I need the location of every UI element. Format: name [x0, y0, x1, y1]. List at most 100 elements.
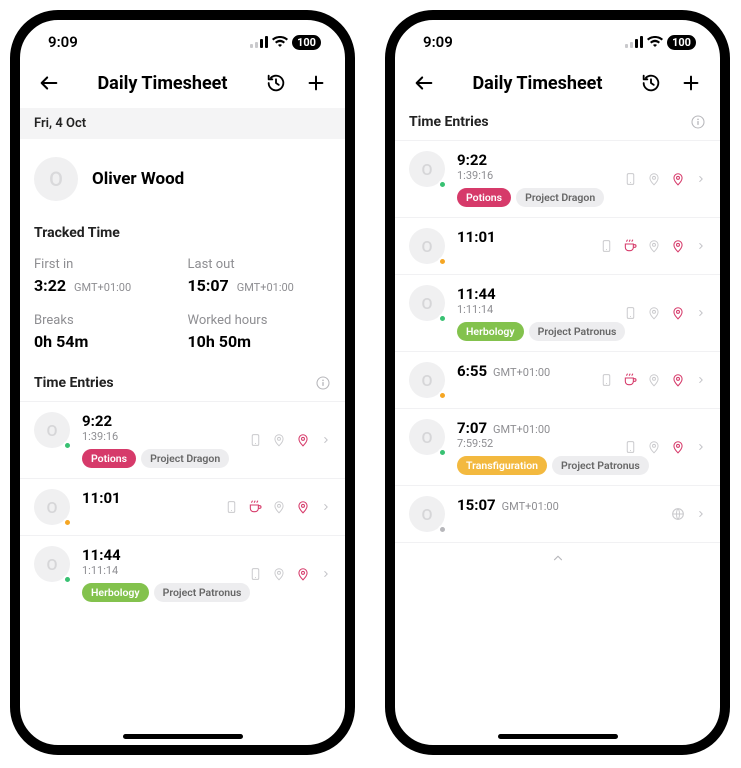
back-button[interactable] — [34, 68, 64, 98]
pin-on-icon — [670, 171, 686, 187]
home-indicator[interactable] — [498, 734, 618, 739]
cup-icon — [622, 238, 638, 254]
pin-on-icon — [295, 432, 311, 448]
device-icon — [622, 171, 638, 187]
chevron-right-icon — [321, 500, 331, 514]
entry-time: 11:01 — [457, 228, 496, 246]
entry-time: 11:01 — [82, 489, 121, 507]
tracked-time-heading: Tracked Time — [20, 219, 345, 251]
pin-on-icon — [670, 238, 686, 254]
page-title: Daily Timesheet — [439, 73, 636, 94]
history-button[interactable] — [636, 68, 666, 98]
device-icon — [622, 305, 638, 321]
add-button[interactable] — [301, 68, 331, 98]
time-entry-row[interactable]: O9:221:39:16PotionsProject Dragon — [395, 140, 720, 217]
chip: Project Patronus — [552, 456, 649, 475]
pin-off-icon — [646, 439, 662, 455]
entry-time: 15:07 — [457, 496, 496, 514]
wifi-icon — [647, 36, 663, 48]
back-button[interactable] — [409, 68, 439, 98]
info-icon[interactable] — [690, 114, 706, 130]
cup-icon — [622, 372, 638, 388]
info-icon[interactable] — [315, 375, 331, 391]
chevron-right-icon — [696, 507, 706, 521]
time-entry-row[interactable]: O11:01 — [395, 217, 720, 274]
device-icon — [247, 432, 263, 448]
time-entry-row[interactable]: O11:441:11:14HerbologyProject Patronus — [395, 274, 720, 351]
status-dot-icon — [438, 257, 447, 266]
status-bar: 9:09 100 — [395, 20, 720, 64]
status-dot-icon — [438, 525, 447, 534]
pin-off-icon — [646, 372, 662, 388]
chevron-right-icon — [696, 239, 706, 253]
entry-tz: GMT+01:00 — [502, 500, 559, 513]
phone-left: 9:09 100 Daily Timesheet Fri, 4 Oct — [10, 10, 355, 755]
pin-off-icon — [271, 499, 287, 515]
battery-icon: 100 — [667, 35, 696, 50]
device-icon — [247, 566, 263, 582]
device-icon — [598, 238, 614, 254]
metric-worked: Worked hours 10h 50m — [188, 313, 332, 351]
entry-time: 11:44 — [82, 546, 121, 564]
page-title: Daily Timesheet — [64, 73, 261, 94]
entry-time: 7:07 — [457, 419, 487, 437]
chevron-right-icon — [696, 172, 706, 186]
metric-breaks: Breaks 0h 54m — [34, 313, 178, 351]
time-entry-row[interactable]: O15:07GMT+01:00 — [395, 485, 720, 542]
time-entry-row[interactable]: O7:07GMT+01:007:59:52TransfigurationProj… — [395, 408, 720, 485]
pin-off-icon — [646, 305, 662, 321]
user-row[interactable]: O Oliver Wood — [20, 139, 345, 219]
signal-icon — [250, 36, 268, 48]
time-entry-row[interactable]: O11:01 — [20, 478, 345, 535]
entry-tz: GMT+01:00 — [493, 366, 550, 379]
battery-icon: 100 — [292, 35, 321, 50]
entry-time: 9:22 — [82, 412, 112, 430]
nav-bar: Daily Timesheet — [395, 64, 720, 108]
pin-on-icon — [670, 372, 686, 388]
status-bar: 9:09 100 — [20, 20, 345, 64]
collapse-button[interactable] — [395, 542, 720, 569]
metric-last-out: Last out 15:07 GMT+01:00 — [188, 257, 332, 295]
tracked-grid: First in 3:22 GMT+01:00 Last out 15:07 G… — [20, 251, 345, 369]
time-entry-row[interactable]: O6:55GMT+01:00 — [395, 351, 720, 408]
entry-tz: GMT+01:00 — [493, 423, 550, 436]
chip: Project Dragon — [516, 188, 604, 207]
wifi-icon — [272, 36, 288, 48]
time-entry-row[interactable]: O11:441:11:14HerbologyProject Patronus — [20, 535, 345, 612]
chip: Potions — [82, 449, 136, 468]
pin-off-icon — [646, 238, 662, 254]
signal-icon — [625, 36, 643, 48]
chevron-right-icon — [696, 306, 706, 320]
date-banner: Fri, 4 Oct — [20, 108, 345, 139]
chevron-right-icon — [696, 373, 706, 387]
content-scroll[interactable]: Fri, 4 Oct O Oliver Wood Tracked Time Fi… — [20, 108, 345, 745]
pin-off-icon — [271, 432, 287, 448]
status-dot-icon — [63, 518, 72, 527]
chip: Transfiguration — [457, 456, 547, 475]
chip: Herbology — [82, 583, 149, 602]
status-dot-icon — [438, 180, 447, 189]
avatar: O — [34, 157, 78, 201]
home-indicator[interactable] — [123, 734, 243, 739]
status-dot-icon — [438, 391, 447, 400]
add-button[interactable] — [676, 68, 706, 98]
pin-on-icon — [295, 566, 311, 582]
status-time: 9:09 — [48, 33, 78, 51]
pin-on-icon — [295, 499, 311, 515]
chevron-right-icon — [321, 567, 331, 581]
chevron-right-icon — [696, 440, 706, 454]
status-time: 9:09 — [423, 33, 453, 51]
metric-first-in: First in 3:22 GMT+01:00 — [34, 257, 178, 295]
time-entries-heading: Time Entries — [409, 114, 489, 130]
cup-icon — [247, 499, 263, 515]
pin-off-icon — [271, 566, 287, 582]
content-scroll[interactable]: Time Entries O9:221:39:16PotionsProject … — [395, 108, 720, 745]
pin-off-icon — [646, 171, 662, 187]
pin-on-icon — [670, 439, 686, 455]
entry-time: 6:55 — [457, 362, 487, 380]
chip: Herbology — [457, 322, 524, 341]
status-dot-icon — [63, 441, 72, 450]
history-button[interactable] — [261, 68, 291, 98]
status-dot-icon — [438, 314, 447, 323]
time-entry-row[interactable]: O9:221:39:16PotionsProject Dragon — [20, 401, 345, 478]
